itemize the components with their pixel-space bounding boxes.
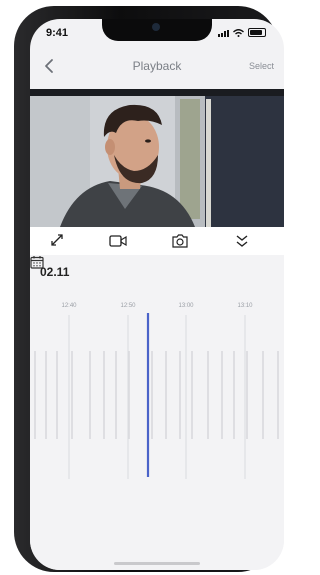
select-button[interactable]: Select (249, 61, 274, 71)
timeline-scale[interactable]: 12:40 12:50 13:00 13:10 (30, 255, 284, 570)
chevron-double-down-icon[interactable] (233, 233, 251, 249)
home-indicator (114, 562, 200, 565)
status-icons (218, 28, 266, 37)
tick-label: 13:00 (178, 303, 194, 309)
hour-ticks (68, 315, 246, 479)
video-frame (30, 89, 284, 227)
page-title: Playback (132, 59, 182, 73)
wifi-icon (233, 29, 244, 37)
battery-icon (248, 28, 266, 37)
video-player[interactable] (30, 89, 284, 227)
phone-frame: 9:41 Playback Select 02.11 12:40 12:50 1… (14, 6, 284, 572)
recording-segments (34, 351, 279, 439)
tick-label: 13:10 (237, 303, 253, 309)
screen: 9:41 Playback Select 02.11 12:40 12:50 1… (30, 19, 284, 570)
video-top-bar (30, 89, 284, 96)
status-time: 9:41 (46, 27, 69, 39)
expand-icon[interactable] (48, 233, 66, 249)
notch (102, 19, 212, 41)
tick-label: 12:50 (120, 303, 136, 309)
camera-icon[interactable] (171, 233, 189, 249)
playback-controls (30, 227, 284, 255)
video-record-icon[interactable] (109, 233, 127, 249)
front-camera (152, 23, 160, 31)
tick-label: 12:40 (61, 303, 77, 309)
signal-icon (218, 30, 229, 37)
nav-bar: Playback Select (30, 51, 284, 81)
timeline-panel[interactable]: 02.11 12:40 12:50 13:00 13:10 (30, 255, 284, 570)
